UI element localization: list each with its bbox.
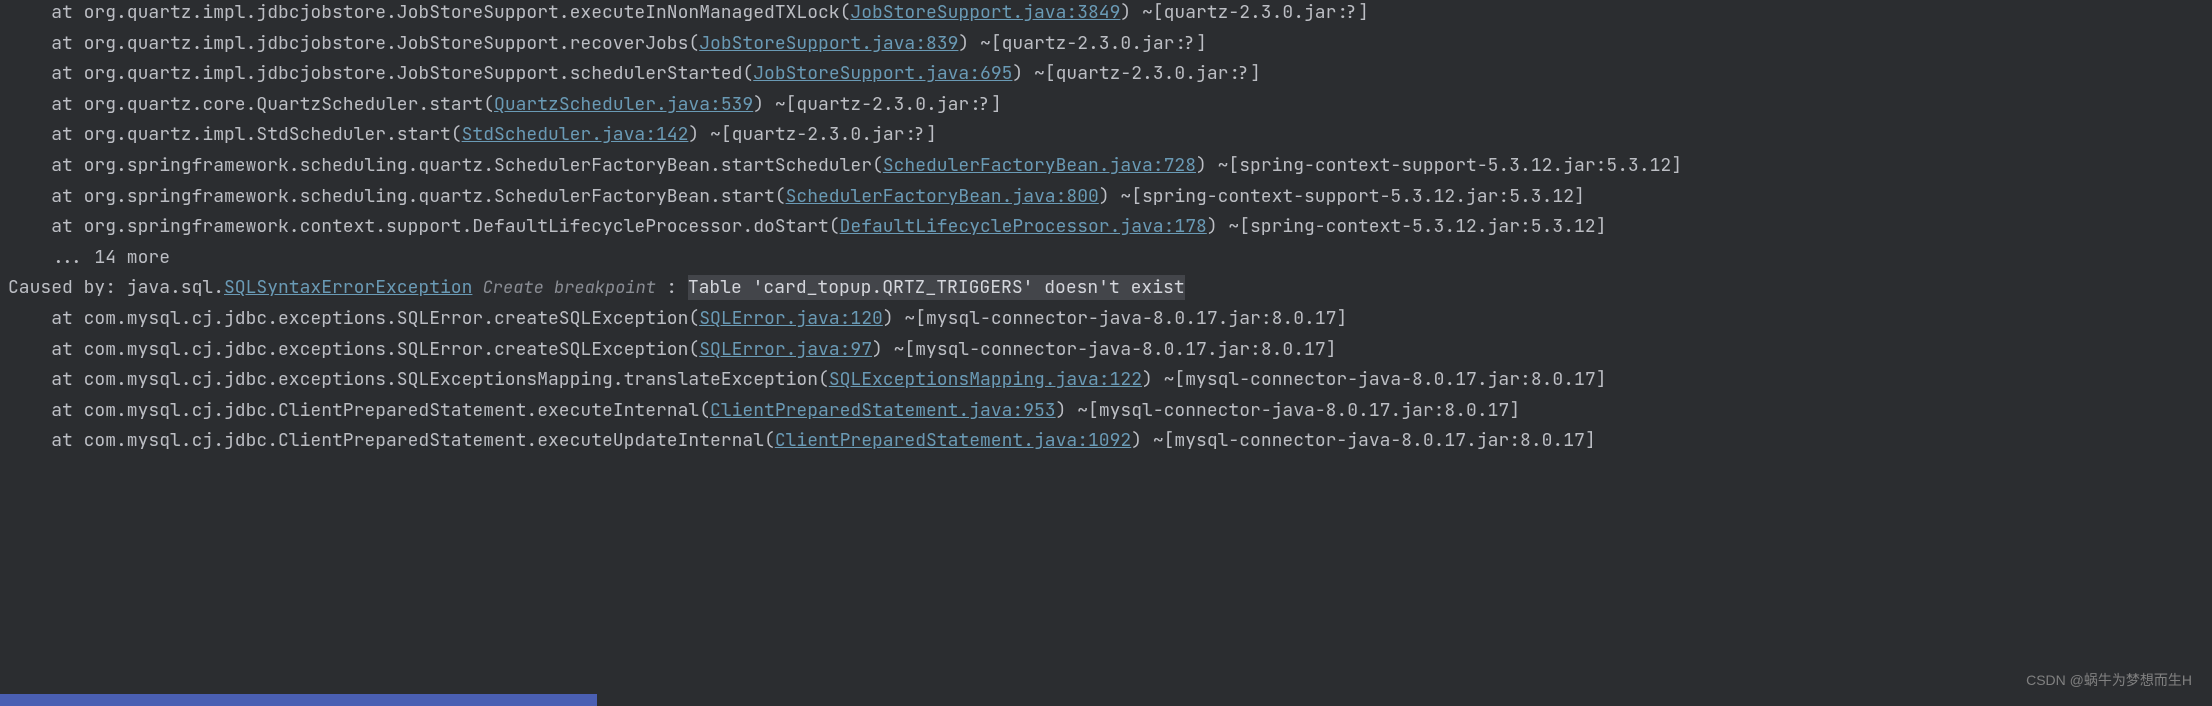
trace-prefix: at: [8, 399, 84, 422]
source-link[interactable]: QuartzScheduler.java:539: [494, 93, 753, 116]
class-path: com.mysql.cj.jdbc.exceptions.SQLExceptio…: [84, 368, 829, 391]
stack-trace-line: at org.quartz.impl.jdbcjobstore.JobStore…: [8, 29, 2204, 60]
class-path: com.mysql.cj.jdbc.exceptions.SQLError.cr…: [84, 338, 700, 361]
jar-info: ) ~[mysql-connector-java-8.0.17.jar:8.0.…: [1142, 368, 1606, 391]
trace-prefix: at: [8, 154, 84, 177]
source-link[interactable]: SQLError.java:97: [699, 338, 872, 361]
source-link[interactable]: DefaultLifecycleProcessor.java:178: [840, 215, 1207, 238]
jar-info: ) ~[spring-context-5.3.12.jar:5.3.12]: [1207, 215, 1607, 238]
jar-info: ) ~[spring-context-support-5.3.12.jar:5.…: [1196, 154, 1682, 177]
class-path: org.quartz.impl.jdbcjobstore.JobStoreSup…: [84, 1, 851, 24]
class-path: com.mysql.cj.jdbc.ClientPreparedStatemen…: [84, 429, 775, 452]
watermark-text: CSDN @蜗牛为梦想而生H: [2026, 670, 2192, 690]
horizontal-scrollbar-thumb[interactable]: [0, 694, 597, 706]
source-link[interactable]: StdScheduler.java:142: [462, 123, 689, 146]
class-path: org.springframework.scheduling.quartz.Sc…: [84, 154, 883, 177]
trace-prefix: at: [8, 123, 84, 146]
trace-prefix: at: [8, 307, 84, 330]
stack-trace-line: at org.quartz.impl.jdbcjobstore.JobStore…: [8, 59, 2204, 90]
stack-trace-line: at org.quartz.core.QuartzScheduler.start…: [8, 90, 2204, 121]
caused-by-prefix: Caused by: java.sql.: [8, 276, 224, 299]
stack-trace-line: at org.springframework.scheduling.quartz…: [8, 151, 2204, 182]
source-link[interactable]: SchedulerFactoryBean.java:728: [883, 154, 1196, 177]
trace-prefix: at: [8, 185, 84, 208]
trace-prefix: at: [8, 429, 84, 452]
class-path: org.quartz.impl.StdScheduler.start(: [84, 123, 462, 146]
stack-trace-line: ... 14 more: [8, 243, 2204, 274]
trace-prefix: at: [8, 62, 84, 85]
stack-trace-line: at com.mysql.cj.jdbc.ClientPreparedState…: [8, 396, 2204, 427]
stack-trace-line: at com.mysql.cj.jdbc.exceptions.SQLError…: [8, 304, 2204, 335]
horizontal-scrollbar-track[interactable]: [0, 694, 2212, 706]
stack-trace-line: at org.quartz.impl.jdbcjobstore.JobStore…: [8, 0, 2204, 29]
stack-trace-line: at org.quartz.impl.StdScheduler.start(St…: [8, 120, 2204, 151]
source-link[interactable]: SchedulerFactoryBean.java:800: [786, 185, 1099, 208]
source-link[interactable]: JobStoreSupport.java:3849: [850, 1, 1120, 24]
class-path: org.quartz.impl.jdbcjobstore.JobStoreSup…: [84, 62, 754, 85]
trace-prefix: at: [8, 368, 84, 391]
class-path: org.springframework.context.support.Defa…: [84, 215, 840, 238]
stack-trace-line: at org.springframework.context.support.D…: [8, 212, 2204, 243]
class-path: org.quartz.core.QuartzScheduler.start(: [84, 93, 494, 116]
source-link[interactable]: JobStoreSupport.java:695: [753, 62, 1012, 85]
jar-info: ) ~[mysql-connector-java-8.0.17.jar:8.0.…: [1131, 429, 1595, 452]
source-link[interactable]: SQLExceptionsMapping.java:122: [829, 368, 1142, 391]
trace-prefix: at: [8, 215, 84, 238]
jar-info: ) ~[mysql-connector-java-8.0.17.jar:8.0.…: [872, 338, 1336, 361]
source-link[interactable]: ClientPreparedStatement.java:1092: [775, 429, 1131, 452]
exception-class-link[interactable]: SQLSyntaxErrorException: [224, 276, 472, 299]
jar-info: ) ~[quartz-2.3.0.jar:?]: [1012, 62, 1260, 85]
create-breakpoint-link[interactable]: Create breakpoint: [472, 277, 666, 299]
stack-trace-line: at org.springframework.scheduling.quartz…: [8, 182, 2204, 213]
jar-info: ) ~[quartz-2.3.0.jar:?]: [688, 123, 936, 146]
jar-info: ) ~[mysql-connector-java-8.0.17.jar:8.0.…: [1056, 399, 1520, 422]
class-path: org.quartz.impl.jdbcjobstore.JobStoreSup…: [84, 32, 700, 55]
trace-prefix: at: [8, 32, 84, 55]
jar-info: ) ~[quartz-2.3.0.jar:?]: [1120, 1, 1368, 24]
class-path: com.mysql.cj.jdbc.ClientPreparedStatemen…: [84, 399, 710, 422]
class-path: com.mysql.cj.jdbc.exceptions.SQLError.cr…: [84, 307, 700, 330]
stack-trace-line: at com.mysql.cj.jdbc.exceptions.SQLError…: [8, 335, 2204, 366]
jar-info: ) ~[mysql-connector-java-8.0.17.jar:8.0.…: [883, 307, 1347, 330]
stack-trace-line: at com.mysql.cj.jdbc.ClientPreparedState…: [8, 426, 2204, 457]
stack-trace-line: at com.mysql.cj.jdbc.exceptions.SQLExcep…: [8, 365, 2204, 396]
more-frames-text: ... 14 more: [8, 246, 170, 269]
jar-info: ) ~[quartz-2.3.0.jar:?]: [958, 32, 1206, 55]
class-path: org.springframework.scheduling.quartz.Sc…: [84, 185, 786, 208]
jar-info: ) ~[quartz-2.3.0.jar:?]: [753, 93, 1001, 116]
jar-info: ) ~[spring-context-support-5.3.12.jar:5.…: [1099, 185, 1585, 208]
console-output: at org.quartz.impl.jdbcjobstore.JobStore…: [0, 0, 2212, 469]
trace-prefix: at: [8, 93, 84, 116]
source-link[interactable]: ClientPreparedStatement.java:953: [710, 399, 1056, 422]
source-link[interactable]: JobStoreSupport.java:839: [699, 32, 958, 55]
colon-separator: :: [666, 276, 688, 299]
error-message-highlighted: Table 'card_topup.QRTZ_TRIGGERS' doesn't…: [688, 275, 1185, 300]
trace-prefix: at: [8, 338, 84, 361]
source-link[interactable]: SQLError.java:120: [699, 307, 883, 330]
stack-trace-line: Caused by: java.sql.SQLSyntaxErrorExcept…: [8, 273, 2204, 304]
trace-prefix: at: [8, 1, 84, 24]
